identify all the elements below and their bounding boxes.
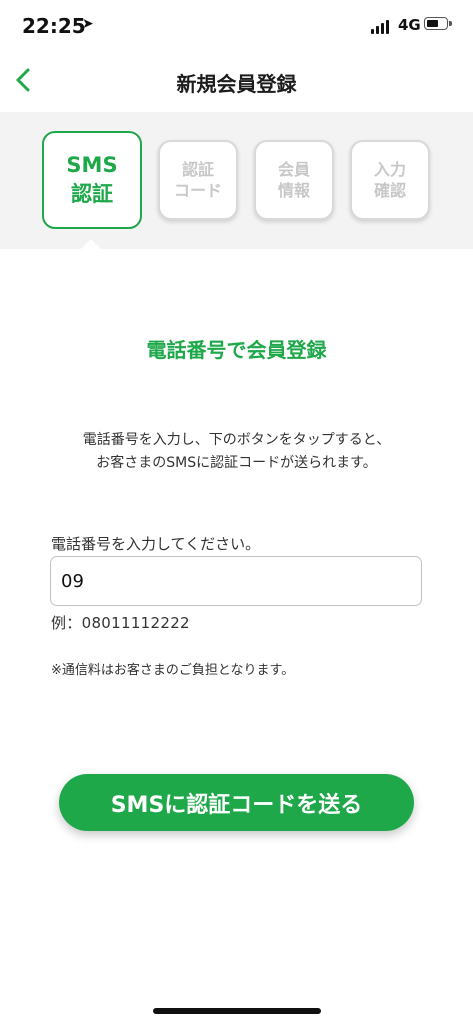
phone-field-label: 電話番号を入力してください。 — [51, 535, 261, 553]
step-label-line1: SMS — [66, 153, 118, 177]
location-arrow-icon: ➤ — [82, 16, 94, 32]
signal-icon — [371, 20, 389, 34]
step-label-line2: 認証 — [71, 182, 113, 206]
step-member-info: 会員 情報 — [254, 140, 334, 220]
navigation-bar: 新規会員登録 — [0, 48, 473, 112]
step-indicator: SMS 認証 認証 コード 会員 情報 入力 確認 — [0, 112, 473, 249]
step-label-line2: 確認 — [373, 181, 406, 200]
step-auth-code: 認証 コード — [158, 140, 238, 220]
send-sms-code-button[interactable]: SMSに認証コードを送る — [59, 774, 414, 831]
status-bar: 22:25 ➤ 4G — [0, 0, 473, 48]
active-step-pointer — [80, 239, 102, 250]
clock: 22:25 — [22, 14, 86, 38]
page-title: 新規会員登録 — [176, 72, 297, 96]
section-heading: 電話番号で会員登録 — [146, 338, 327, 362]
instructions: 電話番号を入力し、下のボタンをタップすると、 お客さまのSMSに認証コードが送ら… — [0, 429, 473, 475]
phone-number-input[interactable] — [50, 556, 422, 606]
battery-icon — [424, 17, 452, 30]
step-label-line1: 入力 — [373, 160, 406, 179]
fee-note: ※通信料はお客さまのご負担となります。 — [51, 663, 295, 678]
phone-example: 例：08011112222 — [51, 614, 190, 632]
step-label-line2: 情報 — [277, 181, 310, 200]
step-label-line2: コード — [173, 181, 222, 200]
instructions-line-2: お客さまのSMSに認証コードが送られます。 — [96, 455, 377, 471]
network-type: 4G — [398, 16, 421, 34]
step-label-line1: 認証 — [181, 160, 214, 179]
instructions-line-1: 電話番号を入力し、下のボタンをタップすると、 — [82, 432, 391, 448]
step-sms-auth: SMS 認証 — [42, 131, 142, 229]
step-confirm: 入力 確認 — [350, 140, 430, 220]
step-label-line1: 会員 — [277, 160, 310, 179]
home-indicator — [153, 1008, 321, 1014]
